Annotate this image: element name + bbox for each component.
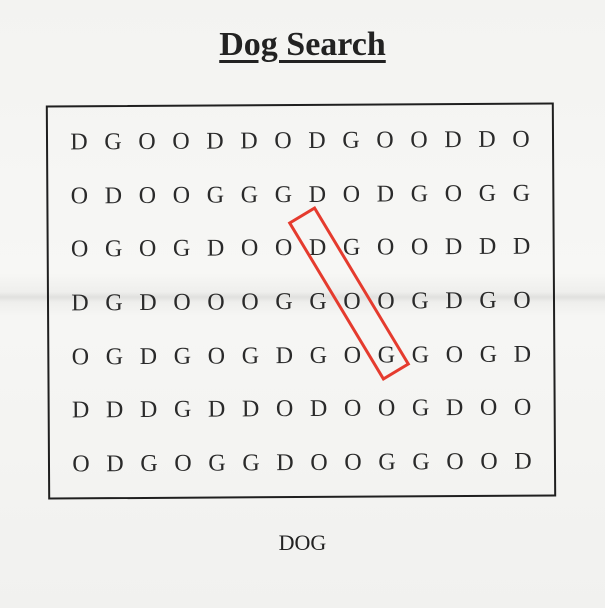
grid-cell: O — [274, 127, 292, 155]
grid-cell: D — [104, 182, 123, 209]
grid-cell: G — [410, 180, 429, 207]
grid-cell: G — [309, 342, 328, 369]
grid-cell: O — [138, 236, 157, 263]
grid-cell: D — [241, 396, 260, 423]
grid-cell: G — [105, 343, 124, 370]
grid-cell: O — [138, 128, 156, 155]
grid-cell: G — [411, 341, 430, 369]
grid-cell: D — [139, 397, 158, 424]
grid-cell: O — [344, 449, 362, 476]
grid-cell: O — [479, 395, 498, 422]
grid-cell: G — [173, 343, 192, 370]
grid-cell: O — [513, 287, 531, 314]
grid-cell: G — [240, 181, 259, 208]
grid-cell: O — [240, 235, 259, 262]
grid-cell: G — [478, 180, 497, 207]
grid-cell: G — [241, 342, 260, 370]
grid-cell: D — [106, 451, 124, 478]
grid-cell: O — [310, 449, 328, 477]
grid-cell: G — [208, 450, 226, 477]
word-search-grid: DGOODDODGOODDOODOOGGGDODGOGGOGOGDOODGOOD… — [62, 113, 540, 492]
grid-cell: G — [105, 290, 123, 317]
grid-cell: D — [206, 128, 224, 155]
grid-cell: D — [240, 128, 258, 155]
grid-cell: D — [139, 343, 158, 370]
grid-cell: O — [410, 234, 429, 261]
grid-cell: G — [342, 127, 360, 154]
grid-cell: O — [376, 127, 394, 154]
grid-cell: G — [479, 287, 497, 314]
grid-cell: D — [207, 396, 226, 423]
grid-cell: O — [342, 181, 361, 208]
grid-cell: G — [412, 449, 430, 476]
grid-cell: D — [309, 396, 328, 423]
grid-cell: O — [173, 289, 191, 316]
grid-cell: O — [480, 448, 498, 476]
grid-cell: G — [378, 449, 396, 476]
grid-cell: O — [446, 449, 464, 476]
grid-cell: D — [478, 234, 497, 261]
grid-cell: G — [104, 128, 122, 156]
grid-cell: O — [72, 451, 90, 478]
grid-cell: O — [376, 234, 395, 261]
grid-cell: G — [172, 235, 191, 263]
grid-cell: G — [411, 288, 429, 315]
word-search-grid-border: DGOODDODGOODDOODOOGGGDODGOGGOGOGDOODGOOD… — [45, 102, 557, 500]
grid-cell: O — [172, 128, 190, 155]
grid-cell: O — [445, 341, 464, 368]
word-list-item: DOG — [278, 530, 327, 555]
grid-cell: D — [376, 180, 395, 208]
grid-cell: O — [172, 182, 191, 209]
grid-cell: D — [478, 126, 496, 153]
grid-cell: D — [444, 126, 462, 153]
grid-cell: G — [274, 181, 293, 208]
grid-cell: O — [207, 343, 226, 370]
grid-cell: G — [512, 180, 531, 207]
grid-cell: D — [276, 450, 294, 477]
grid-cell: O — [343, 396, 362, 423]
grid-cell: D — [444, 234, 463, 261]
grid-cell: D — [512, 233, 531, 260]
grid-cell: G — [140, 451, 158, 478]
grid-cell: O — [138, 182, 157, 209]
grid-cell: O — [241, 289, 259, 316]
grid-cell: G — [206, 182, 225, 209]
grid-cell: D — [513, 341, 532, 368]
grid-cell: D — [514, 448, 532, 475]
grid-cell: O — [174, 450, 192, 477]
grid-cell: D — [445, 395, 464, 422]
grid-cell: O — [410, 127, 428, 154]
grid-cell: O — [207, 289, 225, 316]
grid-cell: O — [70, 236, 89, 263]
grid-cell: D — [139, 289, 157, 316]
grid-cell: G — [104, 236, 123, 263]
grid-cell: D — [308, 127, 326, 154]
grid-cell: O — [512, 126, 530, 153]
grid-cell: G — [411, 395, 430, 422]
grid-cell: O — [70, 182, 89, 209]
page-title: Dog Search — [219, 26, 386, 63]
grid-cell: G — [479, 341, 498, 368]
grid-cell: G — [275, 289, 293, 316]
grid-cell: G — [173, 397, 192, 424]
grid-cell: G — [242, 450, 260, 477]
grid-cell: D — [71, 290, 89, 317]
grid-cell: O — [71, 343, 90, 371]
grid-cell: O — [444, 180, 463, 207]
grid-cell: D — [105, 397, 124, 424]
grid-cell: O — [275, 396, 294, 423]
grid-cell: D — [206, 235, 225, 262]
grid-cell: D — [71, 397, 90, 424]
grid-cell: D — [275, 342, 294, 369]
grid-cell: D — [70, 129, 88, 156]
grid-cell: O — [513, 395, 532, 422]
grid-cell: O — [377, 395, 396, 422]
grid-cell: D — [445, 287, 463, 315]
